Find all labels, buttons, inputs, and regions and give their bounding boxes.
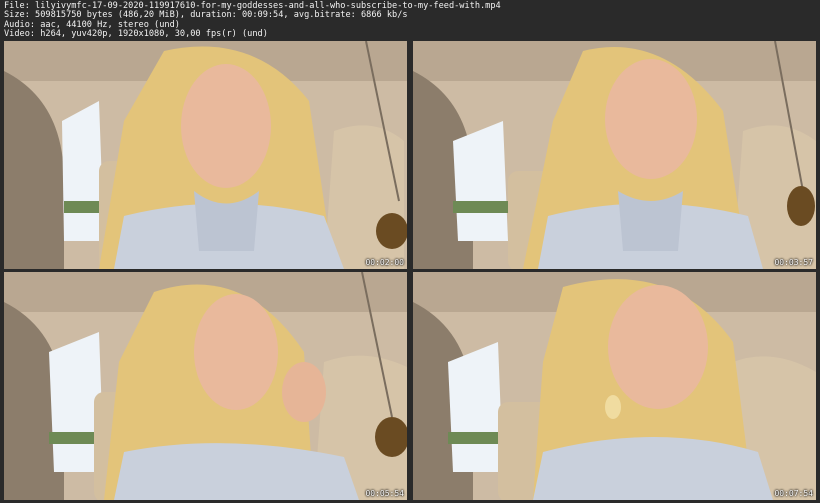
thumbnail-grid: 00:02:00 00:03:57 00:05:54 00:07:54 (4, 41, 816, 500)
thumbnail-3[interactable]: 00:05:54 (4, 272, 407, 500)
thumbnail-4[interactable]: 00:07:54 (413, 272, 816, 500)
timestamp-label: 00:03:57 (774, 258, 813, 267)
timestamp-label: 00:02:00 (365, 258, 404, 267)
timestamp-label: 00:07:54 (774, 489, 813, 498)
thumbnail-1[interactable]: 00:02:00 (4, 41, 407, 269)
car-selfie-scene (413, 41, 816, 269)
car-selfie-scene (413, 272, 816, 500)
file-info-header: File: lilyivymfc-17-09-2020-119917610-fo… (4, 1, 816, 39)
timestamp-label: 00:05:54 (365, 489, 404, 498)
car-selfie-scene (4, 41, 407, 269)
video-info-line: Video: h264, yuv420p, 1920x1080, 30,00 f… (4, 28, 268, 39)
thumbnail-2[interactable]: 00:03:57 (413, 41, 816, 269)
car-selfie-scene (4, 272, 407, 500)
